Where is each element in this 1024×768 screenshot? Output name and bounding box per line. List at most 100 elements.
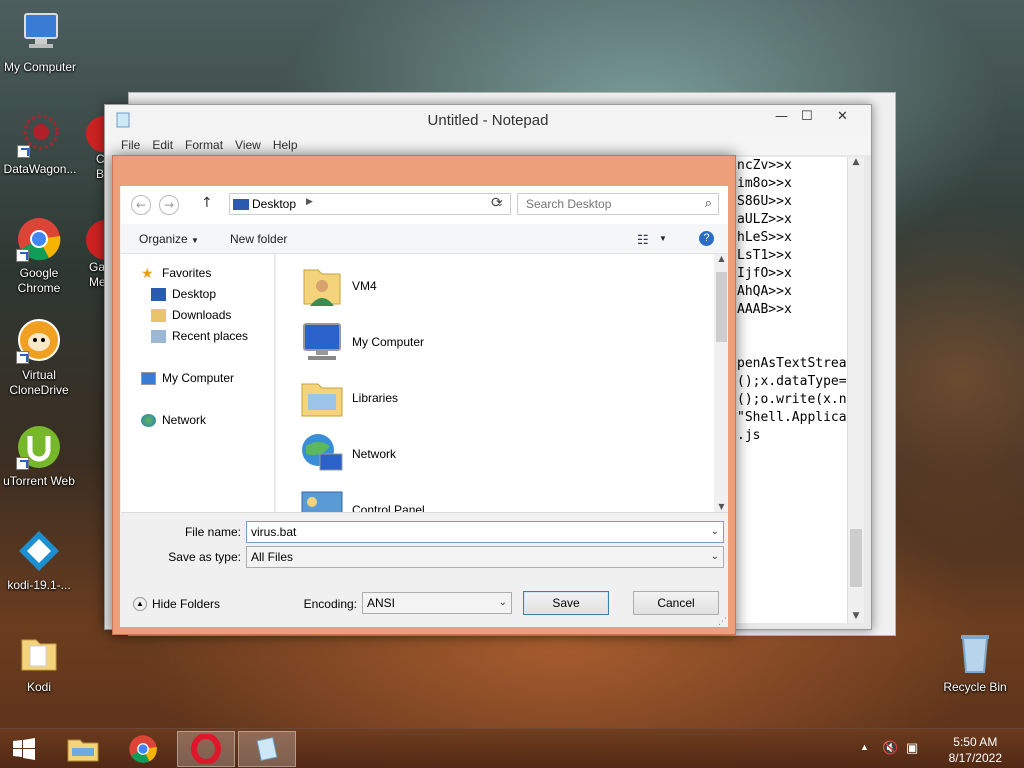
network-icon: [141, 413, 156, 427]
notepad-scrollbar[interactable]: ▲ ▼: [847, 157, 864, 623]
organize-button[interactable]: Organize ▼: [139, 232, 199, 246]
desktop-icon-google-chrome[interactable]: Google Chrome: [0, 216, 79, 296]
scroll-up-icon[interactable]: ▲: [714, 254, 729, 263]
desktop-icon-partial-2[interactable]: Ga Me: [86, 220, 106, 300]
nav-recent-places[interactable]: Recent places: [151, 329, 248, 343]
taskbar-opera[interactable]: [177, 731, 235, 767]
computer-icon: [17, 10, 63, 56]
taskbar-chrome[interactable]: [114, 731, 172, 767]
file-list: VM4 My Computer Libraries Network Contro…: [276, 254, 714, 512]
notepad-text-line: S86U>>x: [737, 194, 792, 209]
address-box[interactable]: Desktop ▶ ⌄: [229, 193, 511, 215]
desktop-icon-recycle-bin[interactable]: Recycle Bin: [935, 630, 1015, 695]
desktop-icon: [233, 199, 249, 210]
desktop-icon-virtual-clonedrive[interactable]: Virtual CloneDrive: [0, 318, 79, 398]
back-arrow-icon[interactable]: ←: [131, 195, 151, 215]
start-button[interactable]: [0, 731, 48, 767]
file-name: VM4: [352, 279, 377, 293]
nav-label: Favorites: [162, 266, 212, 280]
partial-app-icon: [86, 116, 106, 152]
nav-network[interactable]: Network: [141, 413, 206, 427]
search-box[interactable]: ⌕: [517, 193, 719, 215]
up-arrow-icon[interactable]: ↑: [201, 195, 213, 211]
desktop-icon-utorrent-web[interactable]: uTorrent Web: [0, 424, 79, 489]
notepad-text-line: ();x.dataType=: [737, 374, 847, 389]
notepad-text-line: IjfO>>x: [737, 266, 792, 281]
desktop-icon-partial[interactable]: C B: [86, 116, 106, 181]
desktop-icon-kodi-installer[interactable]: kodi-19.1-...: [0, 528, 79, 593]
notepad-text-line: ncZv>>x: [737, 158, 792, 173]
view-dropdown-arrow-icon[interactable]: ▼: [659, 234, 667, 243]
chevron-down-icon[interactable]: ⌄: [711, 526, 719, 537]
save-type-select[interactable]: All Files ⌄: [246, 546, 724, 568]
scroll-up-icon[interactable]: ▲: [848, 157, 864, 167]
menu-edit[interactable]: Edit: [146, 135, 179, 155]
clock[interactable]: 5:50 AM 8/17/2022: [949, 734, 1002, 766]
file-item-control-panel[interactable]: Control Panel: [298, 486, 425, 512]
desktop-icon-label: My Computer: [3, 60, 77, 74]
shortcut-arrow-icon: [16, 249, 29, 262]
taskbar-notepad[interactable]: [238, 731, 296, 767]
organize-label: Organize: [139, 232, 188, 246]
file-item-vm4[interactable]: VM4: [298, 262, 377, 310]
scroll-down-icon[interactable]: ▼: [848, 611, 864, 621]
file-item-libraries[interactable]: Libraries: [298, 374, 398, 422]
nav-my-computer[interactable]: My Computer: [141, 371, 234, 385]
save-button[interactable]: Save: [523, 591, 609, 615]
control-panel-icon: [298, 486, 346, 512]
nav-label: Recent places: [172, 329, 249, 343]
scroll-thumb[interactable]: [716, 272, 727, 342]
chrome-icon: [16, 216, 62, 262]
menu-format[interactable]: Format: [179, 135, 229, 155]
desktop-icon-label: Virtual CloneDrive: [9, 368, 69, 397]
file-item-network[interactable]: Network: [298, 430, 396, 478]
notepad-text-area[interactable]: ncZv>>x im8o>>x S86U>>x aULZ>>x hLeS>>x LsT1>…: [731, 157, 847, 623]
help-icon[interactable]: ?: [699, 231, 714, 246]
resize-grip-icon[interactable]: ⋰: [718, 617, 727, 627]
scroll-down-icon[interactable]: ▼: [714, 502, 729, 511]
network-status-icon[interactable]: ▣: [906, 740, 918, 756]
taskbar-file-explorer[interactable]: [54, 731, 112, 767]
encoding-select[interactable]: ANSI ⌄: [362, 592, 512, 614]
close-button[interactable]: ✕: [837, 109, 848, 124]
search-input[interactable]: [526, 197, 686, 211]
refresh-icon[interactable]: ⟳: [491, 195, 503, 211]
desktop-icon-datawagon[interactable]: DataWagon...: [0, 112, 80, 177]
partial-app-icon: [86, 220, 106, 260]
hide-folders-button[interactable]: ▲ Hide Folders: [133, 597, 220, 611]
file-item-my-computer[interactable]: My Computer: [298, 318, 424, 366]
desktop-icon-label: uTorrent Web: [3, 474, 75, 488]
show-hidden-icons-icon[interactable]: ▲: [860, 742, 869, 752]
notepad-title-bar[interactable]: Untitled - Notepad — ☐ ✕: [105, 105, 871, 135]
taskbar: ▲ 🔇 ▣ 5:50 AM 8/17/2022: [0, 728, 1024, 768]
maximize-button[interactable]: ☐: [801, 109, 813, 124]
file-name-field[interactable]: ⌄: [246, 521, 724, 543]
menu-file[interactable]: File: [115, 135, 146, 155]
view-options-icon[interactable]: ☷: [637, 232, 649, 248]
file-name-label: File name:: [184, 525, 241, 539]
save-as-dialog[interactable]: Save As ✕ ← → ↑ Desktop ▶ ⌄ ⟳ ⌕ Organize…: [112, 155, 736, 635]
new-folder-button[interactable]: New folder: [230, 232, 287, 246]
dialog-title-bar[interactable]: Save As ✕: [113, 156, 735, 186]
nav-favorites[interactable]: ★ Favorites: [141, 266, 212, 281]
breadcrumb-arrow-icon[interactable]: ▶: [306, 197, 313, 207]
opera-icon: [191, 734, 221, 764]
file-list-scrollbar[interactable]: ▲ ▼: [714, 254, 729, 512]
desktop-icon-label: kodi-19.1-...: [7, 578, 71, 592]
close-icon[interactable]: ✕: [697, 156, 727, 178]
menu-view[interactable]: View: [229, 135, 267, 155]
volume-muted-icon[interactable]: 🔇: [882, 740, 898, 756]
file-name-input[interactable]: [251, 525, 691, 539]
network-icon: [298, 430, 346, 478]
forward-arrow-icon[interactable]: →: [159, 195, 179, 215]
search-icon[interactable]: ⌕: [705, 196, 712, 211]
cancel-button[interactable]: Cancel: [633, 591, 719, 615]
nav-downloads[interactable]: Downloads: [151, 308, 231, 322]
desktop-icon-my-computer[interactable]: My Computer: [0, 10, 80, 75]
desktop-icon-kodi[interactable]: Kodi: [0, 630, 79, 695]
scroll-thumb[interactable]: [850, 529, 862, 587]
nav-desktop[interactable]: Desktop: [151, 287, 216, 301]
minimize-button[interactable]: —: [775, 109, 788, 124]
chevron-down-icon: ⌄: [710, 551, 719, 562]
menu-help[interactable]: Help: [267, 135, 304, 155]
